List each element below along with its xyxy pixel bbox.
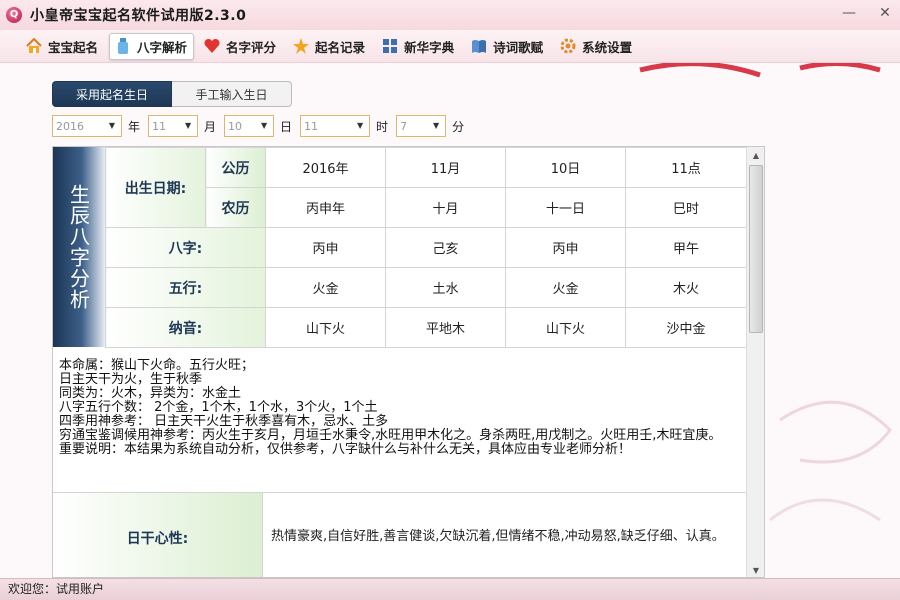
bazi-year: 丙申 [265,227,386,268]
main-toolbar: 宝宝起名 八字解析 名字评分 起名记录 新华字典 诗词歌赋 系统设置 [0,30,900,63]
minute-select[interactable]: 7 ▼ [396,115,447,137]
app-logo-icon: Q [6,7,22,23]
content-area: 采用起名生日 手工输入生日 2016 ▼ 年 11 ▼ 月 10 ▼ 日 11 ▼ 时 … [0,64,900,578]
heart-icon [203,37,221,55]
birth-source-toggle: 采用起名生日 手工输入生日 [52,81,292,107]
lunar-year: 丙申年 [265,187,386,228]
tab-xinhua-dictionary[interactable]: 新华字典 [376,33,461,60]
book-icon [470,37,488,55]
tab-label: 起名记录 [315,39,366,55]
analysis-line: 日主天干为火，生于秋季 [59,372,203,387]
wuxing-year: 火金 [265,267,386,308]
birth-date-row: 2016 ▼ 年 11 ▼ 月 10 ▼ 日 11 ▼ 时 7 ▼ 分 [52,115,472,137]
nayin-month: 平地木 [385,307,506,348]
hour-select[interactable]: 11 ▼ [300,115,371,137]
tab-label: 新华字典 [404,39,455,55]
grid-icon [381,37,399,55]
use-naming-birthday-button[interactable]: 采用起名生日 [52,81,172,107]
tab-label: 诗词歌赋 [493,39,544,55]
panel-scrollbar[interactable]: ▲ ▼ [746,147,764,577]
analysis-line: 同类为：火木，异类为：水金土 [59,386,242,401]
year-unit: 年 [128,119,141,134]
chevron-down-icon: ▼ [108,121,116,130]
year-select[interactable]: 2016 ▼ [52,115,122,137]
gear-icon [559,37,577,55]
analysis-line: 八字五行个数： 2个金，1个木，1个水，3个火，1个土 [59,400,378,415]
close-button[interactable]: ✕ [876,4,894,22]
minute-unit: 分 [452,119,465,134]
wuxing-month: 土水 [385,267,506,308]
tab-label: 宝宝起名 [48,39,99,55]
lunar-month: 十月 [385,187,506,228]
nayin-day: 山下火 [505,307,626,348]
title-bar: Q 小皇帝宝宝起名软件试用版2.3.0 — ✕ [0,0,900,30]
wuxing-hour: 木火 [625,267,747,308]
gregorian-hour: 11点 [625,147,747,188]
bazi-result-panel: 生辰八字分析 出生日期: 公历 2016年 11月 10日 11点 农历 丙申年… [52,146,765,578]
wuxing-day: 火金 [505,267,626,308]
month-unit: 月 [204,119,217,134]
chevron-down-icon: ▼ [432,121,440,130]
minimize-button[interactable]: — [840,4,858,22]
tab-poetry[interactable]: 诗词歌赋 [465,33,550,60]
chevron-down-icon: ▼ [184,121,192,130]
status-text: 欢迎您：试用账户 [8,582,105,596]
scroll-up-icon[interactable]: ▲ [747,147,764,164]
lunar-label: 农历 [205,187,266,228]
gregorian-year: 2016年 [265,147,386,188]
bazi-day: 丙申 [505,227,626,268]
nayin-hour: 沙中金 [625,307,747,348]
tab-label: 系统设置 [582,39,633,55]
tab-label: 名字评分 [226,39,277,55]
hour-unit: 时 [376,119,389,134]
day-select[interactable]: 10 ▼ [224,115,275,137]
lunar-day: 十一日 [505,187,626,228]
manual-birthday-button[interactable]: 手工输入生日 [172,81,292,107]
chevron-down-icon: ▼ [356,121,364,130]
bottle-icon [114,37,132,55]
window-title: 小皇帝宝宝起名软件试用版2.3.0 [30,8,247,24]
bazi-table: 出生日期: 公历 2016年 11月 10日 11点 农历 丙申年 十月 十一日… [105,147,747,348]
lunar-hour: 巳时 [625,187,747,228]
star-icon [292,37,310,55]
scroll-thumb[interactable] [749,165,763,333]
analysis-line: 重要说明：本结果为系统自动分析，仅供参考，八字缺什么与补什么无关，具体应由专业老… [59,442,632,457]
nayin-year: 山下火 [265,307,386,348]
analysis-line: 穷通宝鉴调候用神参考：丙火生于亥月，月垣壬水秉令,水旺用甲木化之。身杀两旺,用戊… [59,428,722,443]
analysis-text: 本命属：猴山下火命。五行火旺； 日主天干为火，生于秋季 同类为：火木，异类为：水… [53,347,746,493]
bazi-hour: 甲午 [625,227,747,268]
analysis-line: 四季用神参考： 日主天干火生于秋季喜有木，忌水、土多 [59,414,389,429]
tab-system-settings[interactable]: 系统设置 [554,33,639,60]
tab-name-score[interactable]: 名字评分 [198,33,283,60]
rigan-text: 热情豪爽,自信好胜,善言健谈,欠缺沉着,但情绪不稳,冲动易怒,缺乏仔细、认真。 [271,529,725,544]
tab-label: 八字解析 [137,39,188,55]
tab-baby-naming[interactable]: 宝宝起名 [20,33,105,60]
rigan-label: 日干心性: [53,493,263,577]
gregorian-day: 10日 [505,147,626,188]
day-unit: 日 [280,119,293,134]
gregorian-month: 11月 [385,147,506,188]
tab-naming-records[interactable]: 起名记录 [287,33,372,60]
bazi-label: 八字: [105,227,266,268]
bazi-month: 己亥 [385,227,506,268]
side-title: 生辰八字分析 [53,147,105,347]
status-bar: 欢迎您：试用账户 [0,578,900,600]
tab-bazi-analysis[interactable]: 八字解析 [109,32,195,60]
analysis-line: 本命属：猴山下火命。五行火旺； [59,358,255,373]
nayin-label: 纳音: [105,307,266,348]
chevron-down-icon: ▼ [260,121,268,130]
wuxing-label: 五行: [105,267,266,308]
house-icon [25,37,43,55]
scroll-down-icon[interactable]: ▼ [747,562,764,577]
rigan-row: 日干心性: 热情豪爽,自信好胜,善言健谈,欠缺沉着,但情绪不稳,冲动易怒,缺乏仔… [53,493,746,577]
month-select[interactable]: 11 ▼ [148,115,199,137]
birth-date-label: 出生日期: [105,147,206,228]
gregorian-label: 公历 [205,147,266,188]
